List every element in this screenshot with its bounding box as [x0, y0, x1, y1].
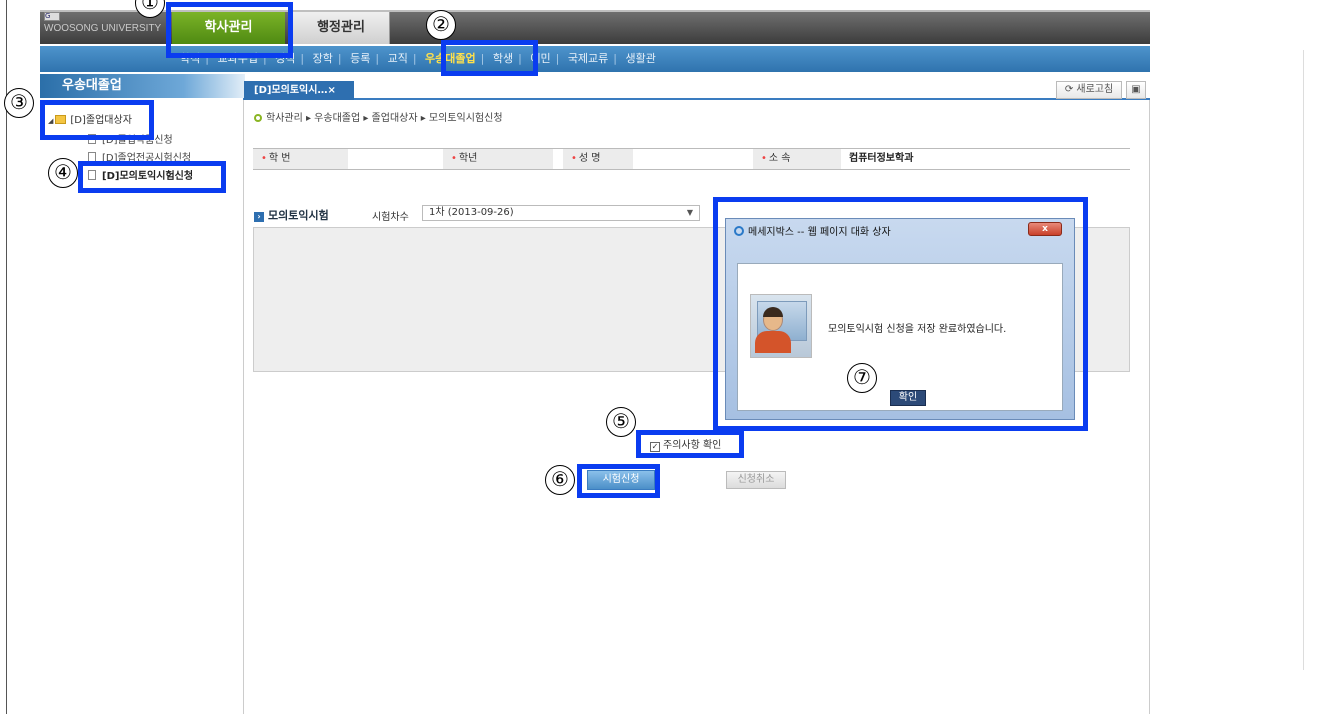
section-title: › 모의토익시험 [254, 207, 329, 223]
cancel-application-button[interactable]: 신청취소 [726, 471, 786, 489]
grade-value [553, 149, 563, 169]
student-no-value [348, 149, 443, 169]
annotation-box-6 [577, 464, 660, 498]
annotation-number-2: ② [426, 10, 456, 40]
refresh-button[interactable]: ⟳ 새로고침 [1056, 81, 1122, 99]
annotation-box-5 [636, 430, 744, 458]
subnav-item-scholarship[interactable]: 장학 [313, 52, 333, 65]
document-tab-bar [243, 80, 1150, 100]
subnav-item-dormitory[interactable]: 생활관 [626, 52, 656, 65]
refresh-icon: ⟳ [1064, 84, 1077, 95]
dept-value: 컴퓨터정보학과 [849, 153, 914, 164]
main-tab-admin[interactable]: 행정관리 [293, 12, 390, 44]
annotation-box-7 [713, 197, 1088, 431]
annotation-number-7: ⑦ [847, 363, 877, 393]
left-panel-title: 우송대졸업 [40, 74, 245, 98]
breadcrumb: 학사관리 ▸ 우송대졸업 ▸ 졸업대상자 ▸ 모의토익시험신청 [254, 109, 503, 124]
exam-round-label: 시험차수 [372, 212, 409, 223]
annotation-box-3 [40, 100, 154, 140]
subnav-item-teaching[interactable]: 교직 [388, 52, 408, 65]
breadcrumb-dot-icon [254, 114, 262, 122]
arrow-square-icon: › [254, 212, 264, 222]
exam-round-value: 1차 (2013-09-26) [429, 207, 514, 218]
annotation-box-2 [441, 40, 538, 76]
subnav-item-international[interactable]: 국제교류 [568, 52, 608, 65]
university-logo: WOOSONG UNIVERSITY [44, 23, 162, 34]
right-scrollbar[interactable] [1303, 50, 1315, 670]
exam-round-select[interactable]: 1차 (2013-09-26) ▼ [422, 205, 700, 221]
annotation-number-4: ④ [48, 158, 78, 188]
annotation-number-6: ⑥ [545, 465, 575, 495]
window-icon-button[interactable]: ▣ [1126, 81, 1146, 99]
annotation-box-4 [78, 161, 226, 193]
student-info-row: • 학 번 • 학년 • 성 명 • 소 속 컴퓨터정보학과 [253, 148, 1130, 170]
subnav-item-registration[interactable]: 등록 [350, 52, 370, 65]
dept-label: • 소 속 [753, 149, 841, 169]
name-value [633, 149, 753, 169]
annotation-number-3: ③ [4, 88, 34, 118]
refresh-label: 새로고침 [1076, 84, 1114, 95]
tab-mock-toeic[interactable]: [D]모의토익시…× [244, 81, 354, 100]
dropdown-arrow-icon: ▼ [686, 208, 693, 217]
breadcrumb-text: 학사관리 ▸ 우송대졸업 ▸ 졸업대상자 ▸ 모의토익시험신청 [266, 113, 503, 124]
annotation-box-1 [166, 2, 293, 58]
student-no-label: • 학 번 [253, 149, 348, 169]
annotation-number-5: ⑤ [606, 407, 636, 437]
logo-badge-icon: G [44, 12, 60, 21]
name-label: • 성 명 [563, 149, 633, 169]
grade-label: • 학년 [443, 149, 553, 169]
